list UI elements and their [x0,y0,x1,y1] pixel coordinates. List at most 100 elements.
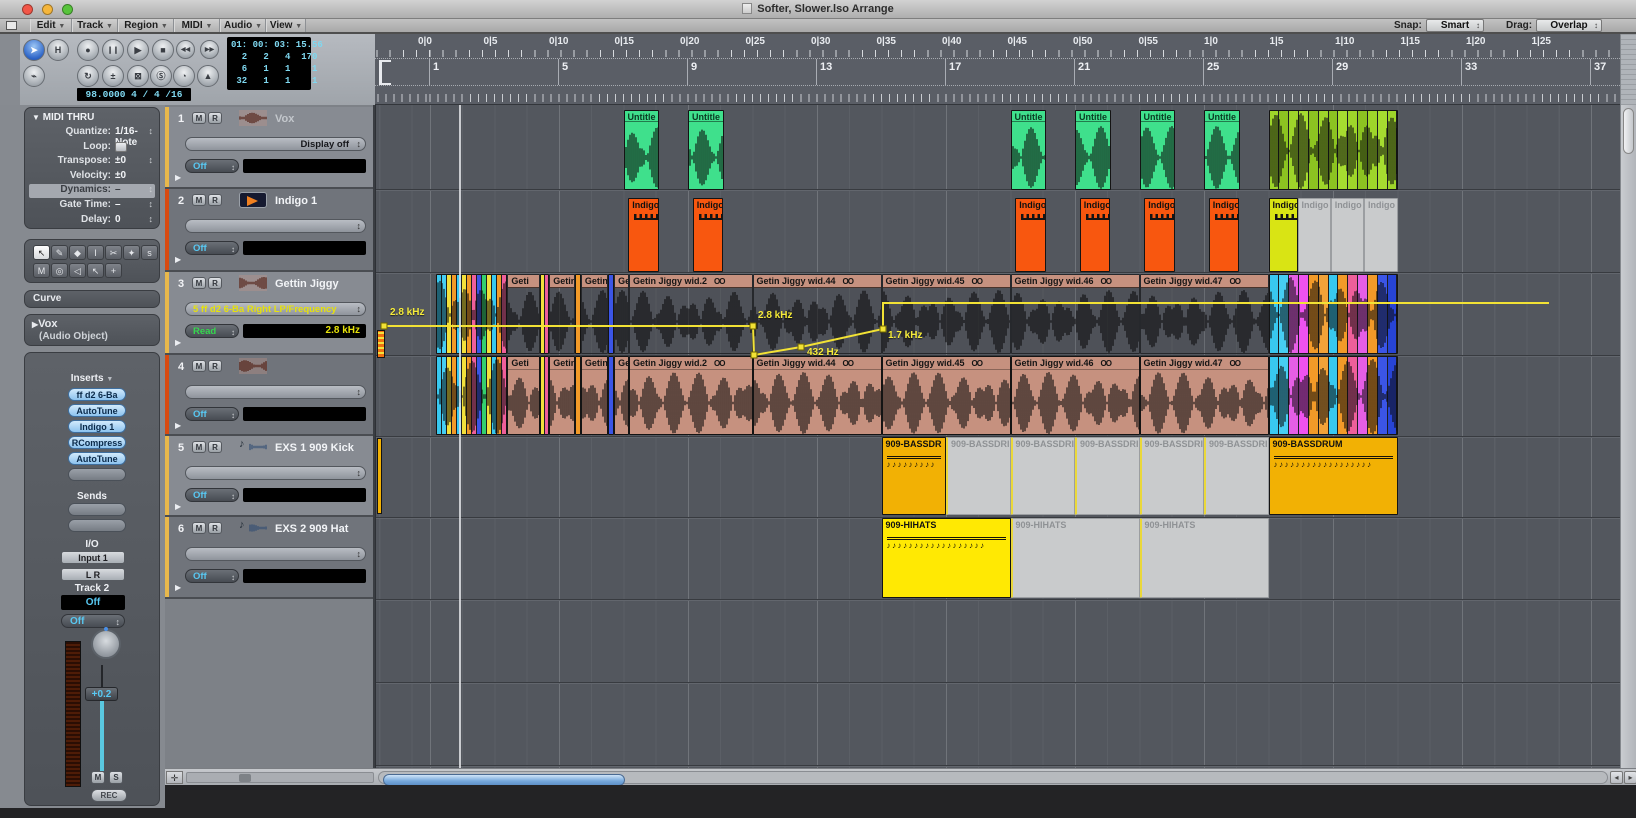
region-getin-jiggy-wid.2[interactable]: Getin Jiggy wid.2OO [629,356,753,435]
region-909-bassdr[interactable]: 909-BASSDR♪♪♪♪♪♪♪♪♪ [882,437,947,515]
sync-button[interactable]: ◔ [173,65,195,87]
region-untitle[interactable]: Untitle [1075,110,1111,190]
menu-edit[interactable]: Edit ▼ [30,19,72,32]
region-indigo[interactable]: Indigo [1331,198,1364,272]
automation-mode-dropdown[interactable]: Off↕ [185,407,239,421]
region-untitle[interactable]: Untitle [1011,110,1047,190]
region-slice[interactable] [1358,275,1367,353]
track-selector-dropdown[interactable]: Display off↕ [185,137,366,151]
region-slice[interactable] [1358,111,1367,189]
insert-slot-3[interactable]: Indigo 1 [68,420,126,433]
region-slice[interactable] [1279,275,1288,353]
mini-scrollbar[interactable] [186,772,374,783]
region-slice[interactable] [1279,357,1288,434]
region-slice[interactable] [1368,357,1377,434]
disclosure-right-icon[interactable]: ▶ [175,338,181,347]
region-slice[interactable] [467,357,471,434]
region-getin[interactable]: Getin [581,356,608,435]
record-enable-button[interactable]: REC [91,789,127,802]
automation-mode-dropdown[interactable]: Read↕ [185,324,239,338]
automation-mode-dropdown[interactable]: Off↕ [185,488,239,502]
region-slices[interactable] [1269,274,1398,354]
region-slice[interactable] [482,357,486,434]
track-selector-dropdown[interactable]: ↕ [185,466,366,480]
region-909-hihats[interactable]: 909-HIHATS [1140,518,1269,598]
region-indigo[interactable]: Indigo [693,198,724,272]
region-slice[interactable] [1329,111,1338,189]
region-slice[interactable] [502,275,506,353]
region-slices[interactable] [436,356,507,435]
track-mute-button[interactable]: M [192,441,206,453]
track-record-button[interactable]: R [208,112,222,124]
region-getin-jiggy-wid.44[interactable]: Getin Jiggy wid.44OO [753,356,882,435]
region-slice[interactable] [442,275,446,353]
track-header-2[interactable]: 2MRIndigo 1↕Off↕▶ [165,189,375,272]
track-record-button[interactable]: R [208,194,222,206]
region-slice[interactable] [1338,111,1347,189]
menu-region[interactable]: Region ▼ [118,19,174,32]
crosshair-icon[interactable]: + [105,263,122,278]
region-getin-jiggy-wid.45[interactable]: Getin Jiggy wid.45OO [882,356,1011,435]
track-record-button[interactable]: R [208,360,222,372]
region-slice[interactable] [447,275,451,353]
region-slice[interactable] [492,357,496,434]
zoom-tool-icon[interactable]: ◎ [51,263,68,278]
region-slice[interactable] [1378,357,1387,434]
midi-thru-quantize[interactable]: Quantize:1/16-Note↕ [29,126,155,140]
region-slice[interactable] [1319,111,1328,189]
metronome-button[interactable]: ▲ [197,65,219,87]
region-slice[interactable] [462,357,466,434]
region-indigo[interactable]: Indigo [628,198,659,272]
midi-thru-dynamics[interactable]: Dynamics:–↕ [29,184,155,198]
region-slice[interactable] [576,275,580,353]
track-record-button[interactable]: R [208,277,222,289]
output-selector[interactable]: L R [61,568,125,581]
track-header-3[interactable]: 3MRGettin Jiggy5 ff d2 6-Ba Right LP/Fre… [165,272,375,355]
region-getin-jiggy-wid.46[interactable]: Getin Jiggy wid.46OO [1011,356,1140,435]
pointer-icon[interactable]: ↖ [33,245,50,260]
cable-button[interactable]: ⌁ [23,65,45,87]
track-mute-button[interactable]: M [192,360,206,372]
midi-thru-delay[interactable]: Delay:0↕ [29,214,155,228]
region-slice[interactable] [1388,357,1397,434]
midi-thru-header[interactable]: ▼ MIDI THRU [32,112,94,123]
region-slice[interactable] [1309,357,1318,434]
region-getin[interactable]: Getin [549,356,575,435]
region-slice[interactable] [1270,275,1279,353]
region-slice[interactable] [1289,111,1298,189]
automation-mode-dropdown[interactable]: Off↕ [185,159,239,173]
horizontal-scrollbar[interactable] [378,771,1608,784]
region-slice[interactable] [472,357,476,434]
region-slice[interactable] [477,357,481,434]
region-slice[interactable] [1270,111,1279,189]
region-getin-jiggy-wid.47[interactable]: Getin Jiggy wid.47OO [1140,356,1269,435]
region-slice[interactable] [1338,275,1347,353]
region-909-bassdri[interactable]: 909-BASSDRI [1075,437,1140,515]
loop-checkbox[interactable] [115,142,127,152]
region-slice[interactable] [1289,357,1298,434]
insert-slot-6[interactable] [68,468,126,481]
region-indigo[interactable]: Indigo [1209,198,1240,272]
vertical-scrollbar-thumb[interactable] [1623,108,1634,154]
tempo-display[interactable]: 98.0000 4 / 4 /16 [77,88,191,101]
midi-thru-loop[interactable]: Loop: [29,141,155,155]
text-icon[interactable]: I [87,245,104,260]
region-909-hihats[interactable]: 909-HIHATS♪♪♪♪♪♪♪♪♪♪♪♪♪♪♪♪♪♪ [882,518,1011,598]
region-indigo[interactable]: Indigo [1144,198,1175,272]
region-slice[interactable] [472,275,476,353]
track-header-5[interactable]: 5MR♪EXS 1 909 Kick↕Off↕▶ [165,436,375,517]
region-slice[interactable] [462,275,466,353]
pencil-icon[interactable]: ✎ [51,245,68,260]
region-getin[interactable]: Getin [614,356,629,435]
region-slice[interactable] [437,357,441,434]
midi-thru-velocity[interactable]: Velocity:±0 [29,170,155,184]
region-slice[interactable] [1388,275,1397,353]
region-slice[interactable] [497,275,501,353]
region-slice[interactable] [1299,357,1308,434]
region-slice[interactable] [1388,111,1397,189]
mute-button[interactable]: M [91,771,105,784]
region-slices[interactable] [540,356,550,435]
region-untitle[interactable]: Untitle [1140,110,1176,190]
region-slice[interactable] [1348,111,1357,189]
region-getin-jiggy-wid.46[interactable]: Getin Jiggy wid.46OO [1011,274,1140,354]
